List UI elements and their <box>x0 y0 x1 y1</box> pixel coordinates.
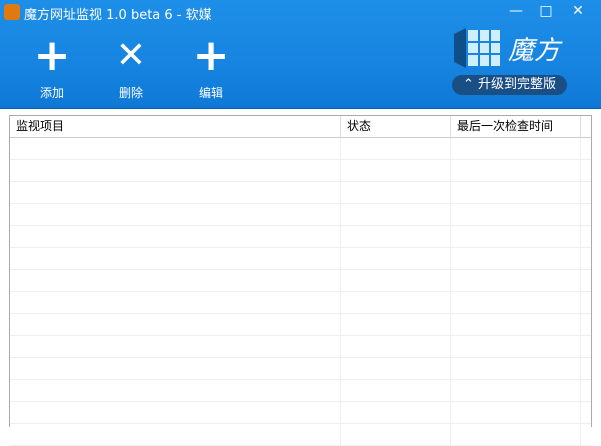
cell <box>10 358 341 379</box>
table-row <box>10 182 591 204</box>
cell <box>341 292 451 313</box>
table-row <box>10 358 591 380</box>
column-header-last-check[interactable]: 最后一次检查时间 <box>451 116 581 137</box>
cell <box>341 358 451 379</box>
plus-icon: + <box>33 30 71 81</box>
header-bar: 魔方网址监视 1.0 beta 6 - 软媒 — □ ✕ + 添加 ✕ 删除 +… <box>0 0 601 109</box>
cell <box>10 138 341 159</box>
table-row <box>10 204 591 226</box>
add-label: 添加 <box>39 86 64 100</box>
cell <box>10 160 341 181</box>
column-header-item[interactable]: 监视项目 <box>10 116 341 137</box>
cube-logo-icon <box>454 28 500 68</box>
close-button[interactable]: ✕ <box>566 3 590 19</box>
table-row <box>10 226 591 248</box>
monitor-table[interactable]: 监视项目 状态 最后一次检查时间 <box>9 115 592 446</box>
cell <box>10 204 341 225</box>
add-button[interactable]: + 添加 <box>22 30 82 101</box>
cell <box>451 160 581 181</box>
cell <box>341 270 451 291</box>
cell <box>451 204 581 225</box>
cell <box>341 248 451 269</box>
cell <box>451 270 581 291</box>
cell <box>341 226 451 247</box>
maximize-button[interactable]: □ <box>534 3 558 19</box>
cell <box>10 292 341 313</box>
cell <box>451 182 581 203</box>
table-row <box>10 336 591 358</box>
table-row <box>10 402 591 424</box>
upgrade-button[interactable]: ⌃ 升级到完整版 <box>452 75 567 95</box>
delete-button[interactable]: ✕ 删除 <box>101 36 161 101</box>
column-header-status[interactable]: 状态 <box>341 116 451 137</box>
table-header: 监视项目 状态 最后一次检查时间 <box>10 116 591 138</box>
edit-label: 编辑 <box>198 86 223 100</box>
table-row <box>10 270 591 292</box>
edit-button[interactable]: + 编辑 <box>181 30 241 101</box>
cell <box>341 182 451 203</box>
cell <box>451 226 581 247</box>
cell <box>10 336 341 357</box>
cell <box>451 336 581 357</box>
cell <box>10 314 341 335</box>
cell <box>10 270 341 291</box>
cell <box>341 160 451 181</box>
table-row <box>10 314 591 336</box>
cell <box>10 402 341 423</box>
delete-label: 删除 <box>118 86 143 100</box>
cell <box>341 314 451 335</box>
cell <box>451 380 581 401</box>
cell <box>451 292 581 313</box>
cell <box>341 138 451 159</box>
table-row <box>10 248 591 270</box>
cell <box>10 380 341 401</box>
cell <box>451 314 581 335</box>
brand-name: 魔方 <box>508 36 561 66</box>
cell <box>451 358 581 379</box>
cell <box>341 424 451 445</box>
cell <box>341 204 451 225</box>
cell <box>451 424 581 445</box>
cell <box>10 424 341 445</box>
window-title: 魔方网址监视 1.0 beta 6 - 软媒 <box>24 8 212 23</box>
cell <box>451 138 581 159</box>
cell <box>10 248 341 269</box>
minimize-button[interactable]: — <box>504 3 528 19</box>
cell <box>341 380 451 401</box>
table-row <box>10 160 591 182</box>
cell <box>341 402 451 423</box>
app-icon <box>4 4 20 20</box>
cell <box>10 182 341 203</box>
x-icon: ✕ <box>115 35 147 76</box>
cell <box>451 402 581 423</box>
table-row <box>10 380 591 402</box>
cell <box>451 248 581 269</box>
plus-icon: + <box>192 30 230 81</box>
table-row <box>10 138 591 160</box>
table-row <box>10 424 591 446</box>
table-row <box>10 292 591 314</box>
cell <box>10 226 341 247</box>
cell <box>341 336 451 357</box>
